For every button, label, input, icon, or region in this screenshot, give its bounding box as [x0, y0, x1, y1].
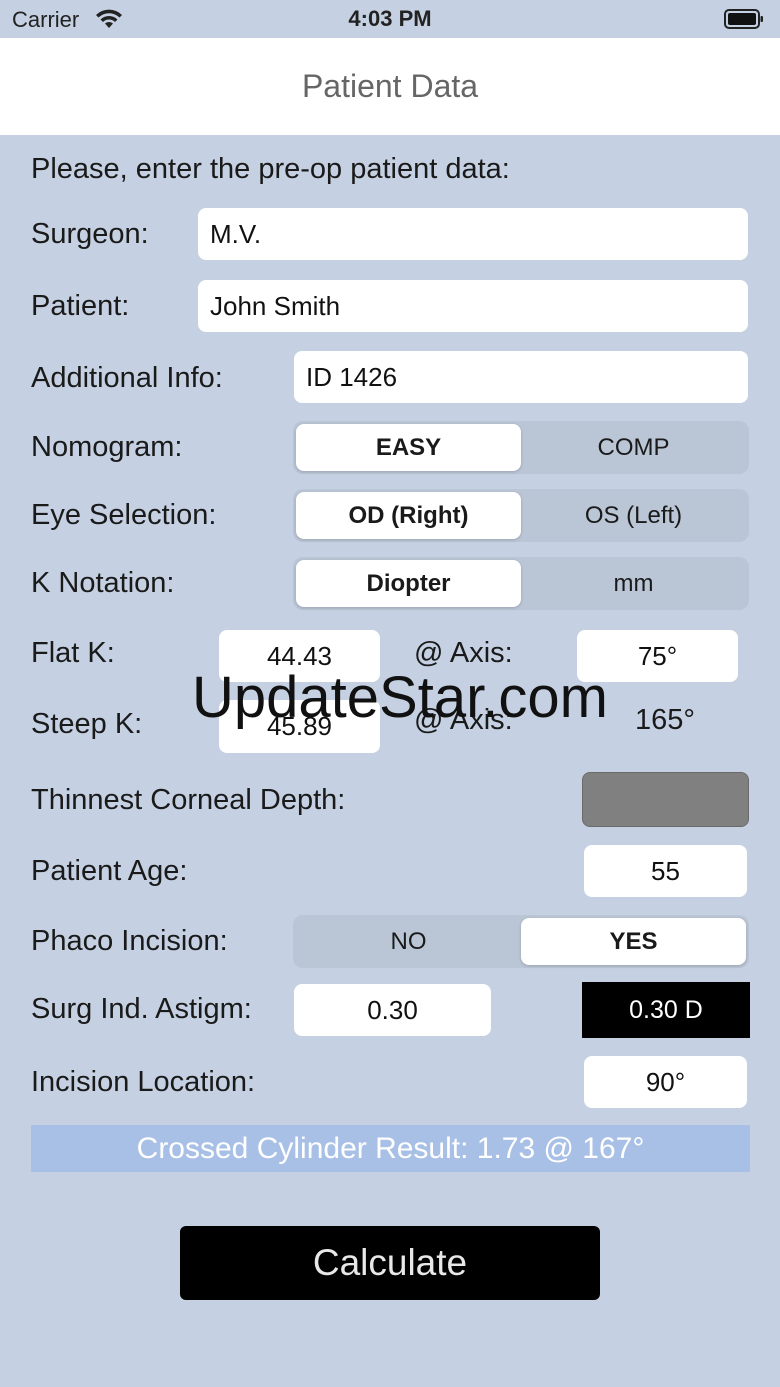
calculate-button[interactable]: Calculate — [180, 1226, 600, 1300]
surg-ind-astigm-label: Surg Ind. Astigm: — [31, 993, 252, 1025]
additional-info-label: Additional Info: — [31, 362, 223, 394]
phaco-incision-segmented-control: NO YES — [293, 915, 749, 968]
watermark-text: UpdateStar.com — [192, 665, 608, 730]
patient-age-label: Patient Age: — [31, 855, 188, 887]
k-notation-option-diopter[interactable]: Diopter — [296, 560, 521, 607]
flat-k-label: Flat K: — [31, 637, 115, 669]
eye-selection-segmented-control: OD (Right) OS (Left) — [293, 489, 749, 542]
eye-selection-label: Eye Selection: — [31, 499, 217, 531]
incision-location-label: Incision Location: — [31, 1066, 256, 1098]
crossed-cylinder-result: Crossed Cylinder Result: 1.73 @ 167° — [31, 1125, 750, 1172]
nomogram-option-comp[interactable]: COMP — [521, 424, 746, 471]
eye-option-od-right[interactable]: OD (Right) — [296, 492, 521, 539]
steep-k-label: Steep K: — [31, 708, 143, 740]
status-time: 4:03 PM — [348, 6, 432, 31]
eye-option-os-left[interactable]: OS (Left) — [521, 492, 746, 539]
surgeon-label: Surgeon: — [31, 218, 149, 250]
incision-location-input[interactable]: 90° — [584, 1056, 747, 1108]
k-notation-label: K Notation: — [31, 567, 175, 599]
steep-k-axis-value: 165° — [635, 704, 695, 736]
patient-label: Patient: — [31, 290, 130, 322]
thinnest-corneal-depth-label: Thinnest Corneal Depth: — [31, 784, 346, 816]
battery-icon — [724, 9, 763, 29]
thinnest-corneal-depth-input[interactable] — [582, 772, 749, 827]
nomogram-label: Nomogram: — [31, 431, 183, 463]
surg-ind-astigm-display: 0.30 D — [582, 982, 750, 1038]
k-notation-segmented-control: Diopter mm — [293, 557, 749, 610]
nomogram-segmented-control: EASY COMP — [293, 421, 749, 474]
nomogram-option-easy[interactable]: EASY — [296, 424, 521, 471]
surg-ind-astigm-input[interactable]: 0.30 — [294, 984, 491, 1036]
phaco-option-yes[interactable]: YES — [521, 918, 746, 965]
intro-text: Please, enter the pre-op patient data: — [31, 153, 510, 185]
patient-age-input[interactable]: 55 — [584, 845, 747, 897]
phaco-option-no[interactable]: NO — [296, 918, 521, 965]
surgeon-input[interactable]: M.V. — [198, 208, 748, 260]
status-bar: Carrier 4:03 PM — [0, 0, 780, 38]
k-notation-option-mm[interactable]: mm — [521, 560, 746, 607]
phaco-incision-label: Phaco Incision: — [31, 925, 228, 957]
additional-info-input[interactable]: ID 1426 — [294, 351, 748, 403]
page-title: Patient Data — [301, 68, 479, 104]
patient-input[interactable]: John Smith — [198, 280, 748, 332]
